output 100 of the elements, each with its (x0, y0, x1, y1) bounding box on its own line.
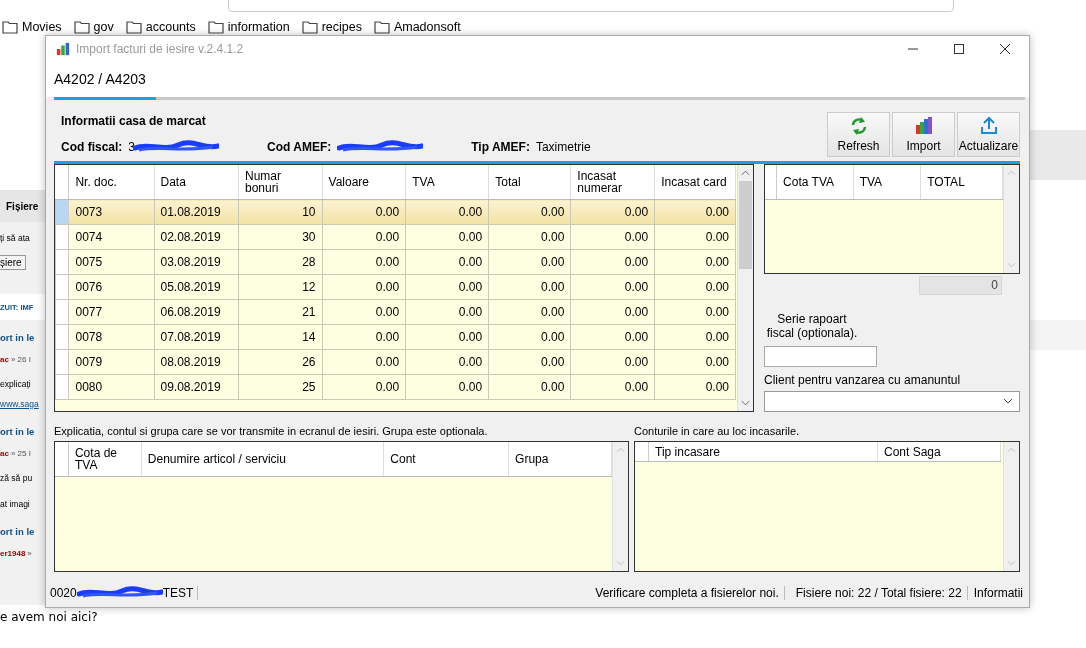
bar-chart-icon (913, 116, 934, 136)
table-cell: 03.08.2019 (154, 249, 239, 275)
column-header[interactable]: Denumire articol / serviciu (141, 442, 384, 477)
column-header[interactable]: Valoare (322, 165, 406, 200)
field-label: Client pentru vanzarea cu amanuntul (764, 372, 962, 387)
table-cell: 0.00 (322, 249, 406, 275)
table-cell: 0.00 (322, 274, 406, 300)
table-cell: 0.00 (654, 299, 736, 325)
folder-icon (301, 19, 318, 34)
table-cell: 0.00 (322, 324, 406, 350)
column-header[interactable]: Nr. doc. (68, 165, 154, 200)
bookmark-item[interactable]: accounts (125, 19, 196, 34)
row-header[interactable] (55, 324, 69, 350)
post-text: ză să pu (0, 473, 33, 483)
column-header[interactable]: Data (154, 165, 239, 200)
column-header[interactable]: Cota TVA (776, 165, 854, 200)
scroll-down-icon[interactable] (1007, 261, 1016, 268)
row-header[interactable] (55, 224, 69, 250)
post-date: » 25 I (10, 448, 31, 458)
scroll-down-icon[interactable] (741, 400, 750, 406)
table-cell: 0.00 (488, 274, 571, 300)
bar-chart-icon (56, 41, 70, 56)
scrollbar[interactable] (612, 442, 628, 571)
row-header (765, 165, 777, 200)
scrollbar[interactable] (737, 165, 753, 411)
author-name[interactable]: ac (0, 448, 9, 458)
row-header[interactable] (55, 299, 69, 325)
scroll-up-icon[interactable] (741, 170, 750, 176)
column-header[interactable]: TOTAL (920, 165, 1003, 200)
dropdown[interactable] (764, 390, 1020, 412)
upload-icon (978, 116, 999, 136)
column-header[interactable]: Cont (383, 442, 509, 477)
table-cell: 0.00 (488, 324, 571, 350)
column-header[interactable]: TVA (853, 165, 921, 200)
page-button[interactable]: șiere (0, 254, 26, 270)
row-header[interactable] (55, 249, 69, 275)
link[interactable]: www.saga (0, 399, 39, 409)
post-text: e avem noi aici? (0, 610, 98, 624)
scroll-up-icon[interactable] (1007, 447, 1016, 453)
row-header (55, 165, 69, 200)
table-cell: 0.00 (322, 224, 406, 250)
post-title[interactable]: ort in le (0, 525, 35, 537)
scroll-up-icon[interactable] (1007, 170, 1016, 176)
table-cell: 0.00 (405, 324, 489, 350)
column-header[interactable]: Cota de TVA (68, 442, 142, 477)
row-header[interactable] (55, 199, 69, 225)
row-header[interactable] (55, 274, 69, 300)
column-header[interactable]: Incasat card (654, 165, 736, 200)
table-cell: 06.08.2019 (154, 299, 239, 325)
row-header[interactable] (55, 374, 69, 400)
scroll-up-icon[interactable] (616, 447, 625, 453)
table-cell: 0.00 (654, 199, 736, 225)
table-cell: 0074 (68, 224, 154, 250)
table-cell: 0.00 (570, 249, 655, 275)
column-header[interactable]: Cont Saga (877, 442, 1001, 462)
post-title[interactable]: ort in le (0, 331, 35, 343)
column-header[interactable]: Grupa (508, 442, 612, 477)
table-cell: 0078 (68, 324, 154, 350)
table-cell: 0.00 (405, 349, 489, 375)
scrollbar[interactable] (1003, 442, 1019, 571)
total-field: 0 (919, 275, 1002, 295)
scroll-thumb[interactable] (739, 181, 752, 269)
table-cell: 02.08.2019 (154, 224, 239, 250)
post-title[interactable]: ort in le (0, 425, 35, 437)
column-header[interactable]: Numar bonuri (238, 165, 322, 200)
post-text: at imagi (0, 499, 30, 509)
bookmark-item[interactable]: gov (73, 19, 114, 34)
author-name[interactable]: er1948 (0, 548, 26, 558)
status-text: Verificare completa a fisierelor noi. (590, 586, 785, 600)
tab[interactable]: A4202 / A4203 (54, 69, 146, 89)
author-name[interactable]: ac (0, 354, 9, 364)
maximize-icon[interactable] (953, 42, 965, 55)
input-field[interactable] (764, 345, 877, 367)
toolbar-button[interactable]: Refresh (827, 112, 890, 157)
section-note: Conturile in care au loc incasarile. (634, 425, 801, 437)
field-label: Cod fiscal: (61, 140, 123, 154)
toolbar-button[interactable]: Import (892, 112, 955, 157)
scrollbar[interactable] (1003, 165, 1019, 273)
row-header[interactable] (55, 349, 69, 375)
close-icon[interactable] (999, 42, 1011, 55)
bookmark-item[interactable]: Amadonsoft (373, 19, 461, 34)
folder-icon (207, 19, 224, 34)
scroll-down-icon[interactable] (1007, 560, 1016, 566)
table-cell: 12 (238, 274, 322, 300)
column-header[interactable]: Incasat numerar (570, 165, 655, 200)
column-header[interactable]: Total (488, 165, 571, 200)
column-header[interactable]: TVA (405, 165, 489, 200)
field-label: Tip AMEF: (471, 140, 530, 154)
column-header[interactable]: Tip incasare (648, 442, 878, 462)
bookmark-item[interactable]: Movies (2, 19, 62, 34)
table-cell: 0.00 (488, 224, 571, 250)
table-cell: 0.00 (322, 349, 406, 375)
field-label: Cod AMEF: (267, 140, 332, 154)
field-label: Serie rapoart fiscal (optionala). (765, 311, 859, 340)
toolbar-button[interactable]: Actualizare (957, 112, 1020, 157)
scroll-down-icon[interactable] (616, 560, 625, 566)
table-cell: 0.00 (654, 324, 736, 350)
bookmark-item[interactable]: recipes (301, 19, 362, 34)
bookmark-item[interactable]: information (207, 19, 290, 34)
table-cell: 0.00 (488, 374, 571, 400)
